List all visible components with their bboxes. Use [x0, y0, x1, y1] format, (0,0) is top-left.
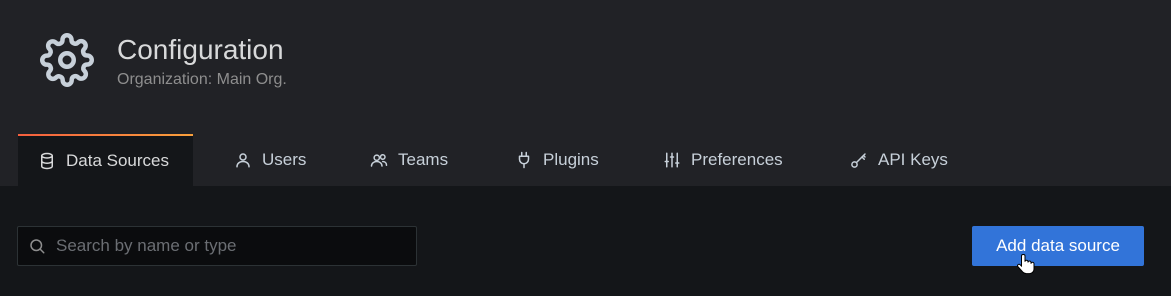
plug-icon	[518, 151, 530, 169]
user-icon	[236, 153, 250, 168]
key-icon	[851, 153, 866, 168]
tab-api-keys[interactable]: API Keys	[850, 134, 948, 186]
sliders-icon	[664, 152, 680, 168]
users-icon	[370, 154, 388, 167]
gear-icon	[40, 33, 94, 87]
search-box	[17, 226, 417, 266]
page-header: Configuration Organization: Main Org. Da…	[0, 0, 1171, 186]
tab-users[interactable]: Users	[234, 134, 306, 186]
tab-label: Preferences	[691, 150, 783, 169]
page-subtitle: Organization: Main Org.	[117, 71, 287, 88]
tab-data-sources[interactable]: Data Sources	[18, 134, 193, 186]
tab-label: Teams	[398, 150, 449, 169]
tab-teams[interactable]: Teams	[370, 134, 448, 186]
search-input[interactable]	[54, 235, 398, 257]
add-data-source-button[interactable]: Add data source	[972, 226, 1144, 266]
tab-label: API Keys	[878, 150, 948, 169]
tab-preferences[interactable]: Preferences	[663, 134, 783, 186]
page-title: Configuration	[117, 34, 284, 65]
tab-plugins[interactable]: Plugins	[515, 134, 599, 186]
page: Configuration Organization: Main Org. Da…	[0, 0, 1171, 296]
hand-cursor-icon	[1017, 254, 1035, 275]
tab-label: Data Sources	[66, 151, 169, 170]
database-icon	[41, 152, 53, 170]
tab-label: Users	[262, 150, 307, 169]
search-icon	[30, 239, 45, 254]
tab-label: Plugins	[543, 150, 599, 169]
tab-bar: Data Sources Users Teams Plugins Prefere…	[0, 134, 1171, 186]
